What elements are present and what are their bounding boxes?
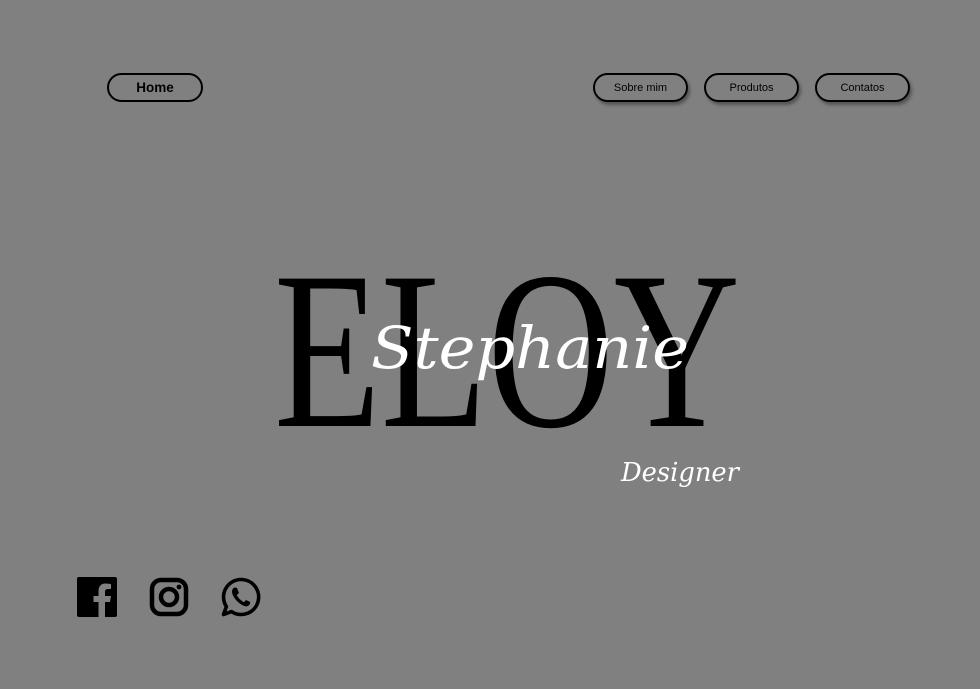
brand-logo: ELOY Stephanie Designer <box>274 246 741 488</box>
nav-contatos-button[interactable]: Contatos <box>815 73 910 102</box>
logo-first-name: Stephanie <box>371 314 689 382</box>
facebook-icon[interactable] <box>76 576 118 618</box>
nav-home-button[interactable]: Home <box>107 73 203 102</box>
whatsapp-icon[interactable] <box>220 576 262 618</box>
nav-sobre-mim-button[interactable]: Sobre mim <box>593 73 688 102</box>
instagram-icon[interactable] <box>148 576 190 618</box>
logo-role: Designer <box>620 458 741 488</box>
nav-produtos-button[interactable]: Produtos <box>704 73 799 102</box>
